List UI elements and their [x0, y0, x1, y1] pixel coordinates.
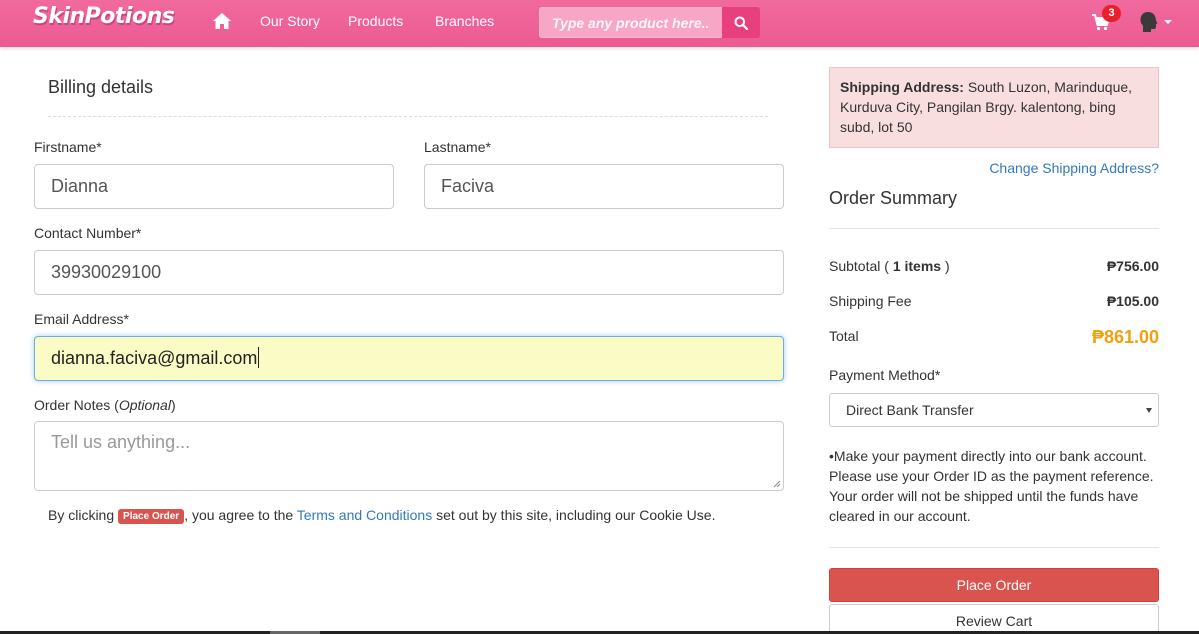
logo[interactable]: SkinPotions — [33, 4, 175, 29]
payment-method-label: Payment Method* — [829, 367, 941, 383]
navbar: SkinPotions Our Story Products Branches … — [0, 0, 1199, 47]
subtotal-suffix: ) — [941, 258, 950, 274]
notes-placeholder: Tell us anything... — [51, 432, 191, 452]
billing-title: Billing details — [48, 77, 154, 97]
firstname-label: Firstname* — [34, 139, 102, 155]
total-value: ₱861.00 — [1091, 327, 1159, 347]
cart-count-badge: 3 — [1102, 5, 1121, 22]
terms-text: By clicking Place Order, you agree to th… — [48, 507, 715, 524]
notes-label: Order Notes (Optional) — [34, 397, 176, 413]
subtotal-prefix: Subtotal ( — [829, 258, 893, 274]
divider — [829, 547, 1159, 548]
order-notes-textarea[interactable]: Tell us anything... — [34, 421, 784, 491]
total-label: Total — [829, 328, 859, 344]
terms-place-order-badge: Place Order — [118, 509, 185, 524]
terms-middle: , you agree to the — [184, 507, 297, 523]
payment-method-select[interactable]: Direct Bank Transfer — [829, 393, 1159, 427]
firstname-field[interactable]: Dianna — [34, 164, 394, 209]
user-icon[interactable] — [1139, 11, 1159, 33]
chevron-down-icon — [1146, 408, 1152, 413]
notes-label-optional: Optional — [118, 397, 171, 413]
shipping-fee-label: Shipping Fee — [829, 293, 912, 309]
nav-link-branches[interactable]: Branches — [435, 13, 494, 29]
terms-suffix: set out by this site, including our Cook… — [432, 507, 716, 523]
notes-label-suffix: ) — [170, 397, 176, 413]
text-cursor — [258, 347, 260, 368]
lastname-label: Lastname* — [424, 139, 491, 155]
shipping-address-box: Shipping Address: South Luzon, Marinduqu… — [829, 67, 1159, 148]
search-input[interactable] — [539, 7, 723, 38]
place-order-button[interactable]: Place Order — [829, 568, 1159, 602]
email-value: dianna.faciva@gmail.com — [51, 348, 258, 368]
divider — [48, 116, 768, 117]
contact-label: Contact Number* — [34, 225, 142, 241]
nav-link-products[interactable]: Products — [348, 13, 403, 29]
terms-prefix: By clicking — [48, 507, 119, 523]
subtotal-value: ₱756.00 — [1106, 258, 1159, 274]
terms-link[interactable]: Terms and Conditions — [297, 507, 432, 523]
payment-note: •Make your payment directly into our ban… — [829, 448, 1154, 524]
contact-field[interactable]: 39930029100 — [34, 250, 784, 295]
lastname-field[interactable]: Faciva — [424, 164, 784, 209]
email-label: Email Address* — [34, 311, 129, 327]
subtotal-items: 1 items — [892, 258, 942, 274]
review-cart-button[interactable]: Review Cart — [829, 604, 1159, 634]
shipping-address-label: Shipping Address: — [840, 79, 964, 95]
search-icon — [734, 16, 748, 30]
notes-label-prefix: Order Notes ( — [34, 397, 119, 413]
caret-down-icon[interactable] — [1164, 20, 1172, 24]
shipping-fee-value: ₱105.00 — [1106, 293, 1159, 309]
divider — [829, 228, 1159, 229]
order-summary-title: Order Summary — [829, 188, 958, 208]
nav-link-our-story[interactable]: Our Story — [260, 13, 320, 29]
email-field[interactable]: dianna.faciva@gmail.com — [34, 336, 784, 381]
change-shipping-address-link[interactable]: Change Shipping Address? — [989, 160, 1159, 176]
subtotal-label: Subtotal ( 1 items ) — [829, 258, 950, 274]
resize-grip-icon[interactable] — [773, 480, 781, 488]
home-icon[interactable] — [212, 12, 232, 30]
search-button[interactable] — [722, 7, 760, 38]
payment-method-value: Direct Bank Transfer — [846, 402, 974, 418]
